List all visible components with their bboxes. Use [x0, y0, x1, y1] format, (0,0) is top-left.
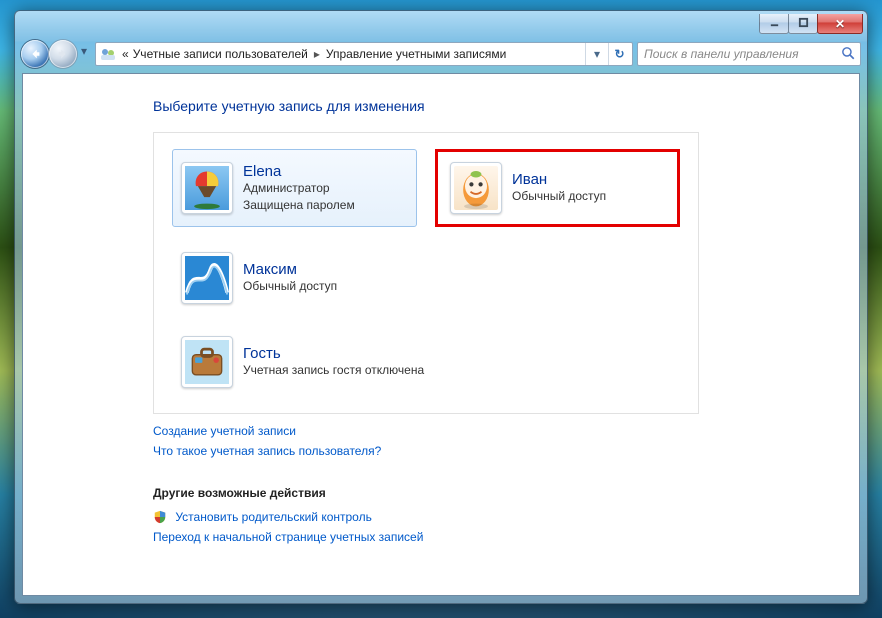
- back-button[interactable]: [21, 40, 49, 68]
- nav-button-group: ▾: [21, 40, 91, 68]
- account-status: Учетная запись гостя отключена: [243, 362, 424, 378]
- avatar: [181, 162, 233, 214]
- breadcrumb-level-2[interactable]: Управление учетными записями: [324, 47, 508, 61]
- nav-history-dropdown[interactable]: ▾: [77, 40, 91, 62]
- account-name: Иван: [512, 171, 606, 188]
- main-content: Выберите учетную запись для изменения: [23, 74, 859, 550]
- avatar-rollercoaster-icon: [185, 256, 229, 300]
- account-name: Гость: [243, 345, 424, 362]
- close-icon: ✕: [835, 17, 845, 31]
- address-bar-right: ▾ ↻: [585, 43, 630, 65]
- account-name: Максим: [243, 261, 337, 278]
- account-role: Обычный доступ: [243, 278, 337, 294]
- close-button[interactable]: ✕: [817, 14, 863, 34]
- breadcrumb-prefix[interactable]: «: [120, 47, 131, 61]
- user-accounts-icon: [100, 46, 116, 62]
- account-name: Elena: [243, 163, 355, 180]
- account-texts: Максим Обычный доступ: [243, 261, 337, 294]
- uac-shield-icon: [153, 510, 167, 524]
- breadcrumb-level-1[interactable]: Учетные записи пользователей: [131, 47, 310, 61]
- arrow-left-icon: [28, 47, 42, 61]
- link-parental-controls[interactable]: Установить родительский контроль: [175, 510, 372, 524]
- tutorial-highlight-frame: Иван Обычный доступ: [435, 149, 680, 227]
- search-box[interactable]: [637, 42, 861, 66]
- account-texts: Иван Обычный доступ: [512, 171, 606, 204]
- avatar-suitcase-icon: [185, 340, 229, 384]
- explorer-window: ✕ ▾ « Учетные записи пользователей ▸: [14, 10, 868, 604]
- address-bar[interactable]: « Учетные записи пользователей ▸ Управле…: [95, 42, 633, 66]
- search-input[interactable]: [642, 46, 837, 62]
- grid-spacer: [435, 245, 680, 311]
- minimize-button[interactable]: [759, 14, 789, 34]
- search-icon[interactable]: [841, 46, 856, 62]
- account-item-maksim[interactable]: Максим Обычный доступ: [172, 245, 417, 311]
- link-what-is-account[interactable]: Что такое учетная запись пользователя?: [153, 444, 381, 458]
- link-accounts-home[interactable]: Переход к начальной странице учетных зап…: [153, 530, 423, 544]
- account-item-guest[interactable]: Гость Учетная запись гостя отключена: [172, 329, 680, 395]
- titlebar: ✕: [21, 17, 861, 37]
- avatar: [181, 252, 233, 304]
- avatar-balloon-icon: [185, 166, 229, 210]
- avatar-character-icon: [454, 166, 498, 210]
- account-status: Защищена паролем: [243, 197, 355, 213]
- account-item-ivan[interactable]: Иван Обычный доступ: [441, 155, 674, 221]
- chevron-down-icon: ▾: [81, 44, 87, 58]
- minimize-icon: [769, 17, 780, 31]
- related-links: Создание учетной записи Что такое учетна…: [153, 424, 859, 464]
- other-actions-heading: Другие возможные действия: [153, 486, 859, 500]
- forward-button[interactable]: [49, 40, 77, 68]
- account-texts: Гость Учетная запись гостя отключена: [243, 345, 424, 378]
- arrow-right-icon: [56, 47, 70, 61]
- breadcrumb: « Учетные записи пользователей ▸ Управле…: [120, 47, 585, 61]
- account-role: Администратор: [243, 180, 355, 196]
- address-dropdown-button[interactable]: ▾: [586, 43, 608, 65]
- page-title: Выберите учетную запись для изменения: [153, 98, 859, 114]
- chevron-right-icon[interactable]: ▸: [310, 47, 324, 61]
- link-create-account[interactable]: Создание учетной записи: [153, 424, 296, 438]
- accounts-grid: Elena Администратор Защищена паролем: [172, 149, 680, 395]
- avatar: [450, 162, 502, 214]
- account-item-elena[interactable]: Elena Администратор Защищена паролем: [172, 149, 417, 227]
- other-actions: Другие возможные действия Установить род…: [153, 486, 859, 550]
- navigation-row: ▾ « Учетные записи пользователей ▸ Управ…: [21, 39, 861, 69]
- accounts-panel: Elena Администратор Защищена паролем: [153, 132, 699, 414]
- avatar: [181, 336, 233, 388]
- maximize-button[interactable]: [788, 14, 818, 34]
- client-area: Выберите учетную запись для изменения: [22, 73, 860, 596]
- chevron-down-icon: ▾: [594, 47, 600, 61]
- refresh-button[interactable]: ↻: [608, 43, 630, 65]
- maximize-icon: [798, 17, 809, 31]
- window-control-group: ✕: [760, 14, 863, 34]
- refresh-icon: ↻: [614, 47, 624, 61]
- account-texts: Elena Администратор Защищена паролем: [243, 163, 355, 212]
- account-role: Обычный доступ: [512, 188, 606, 204]
